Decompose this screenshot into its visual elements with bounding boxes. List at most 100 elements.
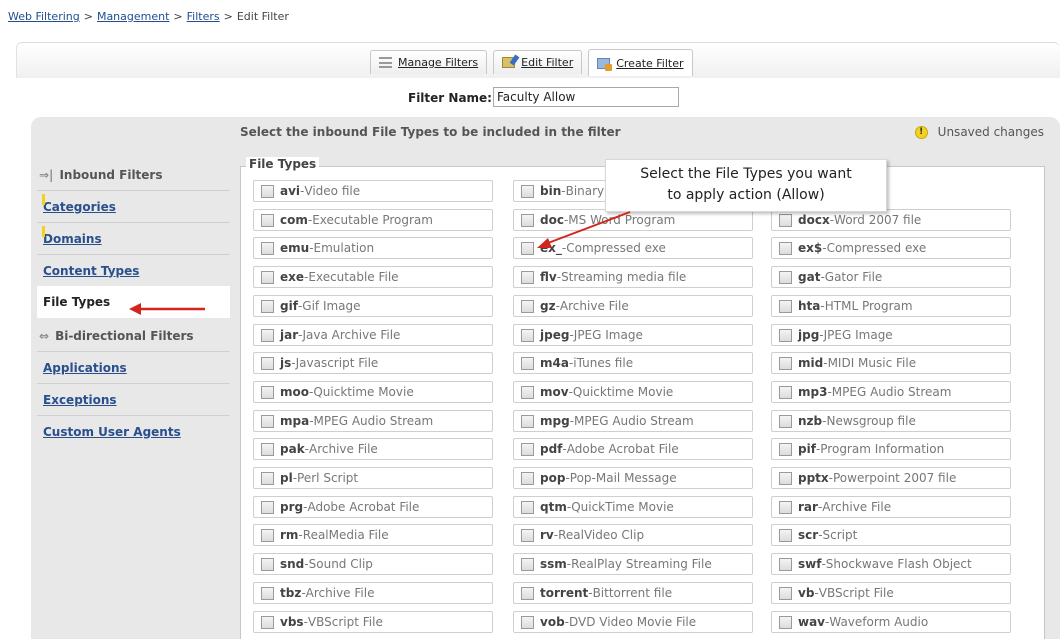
file-type-checkbox[interactable] — [521, 615, 534, 629]
file-type-checkbox[interactable] — [779, 241, 792, 255]
file-type-option[interactable]: jar - Java Archive File — [253, 324, 493, 346]
file-type-checkbox[interactable] — [261, 557, 274, 571]
file-type-option[interactable]: swf - Shockwave Flash Object — [771, 553, 1011, 575]
file-type-checkbox[interactable] — [261, 442, 274, 456]
file-type-checkbox[interactable] — [521, 442, 534, 456]
file-type-checkbox[interactable] — [779, 471, 792, 485]
sidebar-item-exceptions[interactable]: Exceptions — [37, 383, 230, 415]
file-type-checkbox[interactable] — [779, 586, 792, 600]
file-type-option[interactable]: gat - Gator File — [771, 266, 1011, 288]
file-type-option[interactable]: js - Javascript File — [253, 352, 493, 374]
file-type-checkbox[interactable] — [261, 213, 274, 227]
file-type-checkbox[interactable] — [521, 528, 534, 542]
file-type-option[interactable]: wav - Waveform Audio — [771, 611, 1011, 633]
tab-create-filter[interactable]: Create Filter — [588, 49, 693, 76]
sidebar-item-categories[interactable]: Categories — [37, 190, 230, 222]
file-type-option[interactable]: exe - Executable File — [253, 266, 493, 288]
file-type-option[interactable]: moo - Quicktime Movie — [253, 381, 493, 403]
file-type-option[interactable]: pif - Program Information — [771, 438, 1011, 460]
file-type-checkbox[interactable] — [261, 586, 274, 600]
file-type-option[interactable]: hta - HTML Program — [771, 295, 1011, 317]
file-type-option[interactable]: torrent - Bittorrent file — [513, 582, 753, 604]
file-type-checkbox[interactable] — [261, 241, 274, 255]
file-type-option[interactable]: gif - Gif Image — [253, 295, 493, 317]
file-type-checkbox[interactable] — [779, 213, 792, 227]
file-type-checkbox[interactable] — [779, 414, 792, 428]
file-type-option[interactable]: mp3 - MPEG Audio Stream — [771, 381, 1011, 403]
breadcrumb-link-web-filtering[interactable]: Web Filtering — [8, 10, 80, 23]
file-type-option[interactable]: prg - Adobe Acrobat File — [253, 496, 493, 518]
file-type-option[interactable]: gz - Archive File — [513, 295, 753, 317]
file-type-checkbox[interactable] — [261, 528, 274, 542]
file-type-checkbox[interactable] — [779, 500, 792, 514]
file-type-checkbox[interactable] — [521, 385, 534, 399]
file-type-checkbox[interactable] — [779, 442, 792, 456]
file-type-option[interactable]: m4a - iTunes file — [513, 352, 753, 374]
file-type-checkbox[interactable] — [521, 356, 534, 370]
file-type-checkbox[interactable] — [779, 557, 792, 571]
file-type-option[interactable]: rv - RealVideo Clip — [513, 524, 753, 546]
file-type-option[interactable]: rar - Archive File — [771, 496, 1011, 518]
file-type-option[interactable]: tbz - Archive File — [253, 582, 493, 604]
file-type-checkbox[interactable] — [261, 471, 274, 485]
file-type-checkbox[interactable] — [779, 385, 792, 399]
file-type-checkbox[interactable] — [521, 184, 534, 198]
file-type-option[interactable]: pdf - Adobe Acrobat File — [513, 438, 753, 460]
sidebar-item-applications[interactable]: Applications — [37, 351, 230, 383]
file-type-option[interactable]: emu - Emulation — [253, 237, 493, 259]
file-type-checkbox[interactable] — [261, 299, 274, 313]
file-type-option[interactable]: pl - Perl Script — [253, 467, 493, 489]
file-type-option[interactable]: ex_ - Compressed exe — [513, 237, 753, 259]
file-type-option[interactable]: doc - MS Word Program — [513, 209, 753, 231]
file-type-checkbox[interactable] — [261, 328, 274, 342]
filter-name-input[interactable] — [493, 87, 679, 107]
file-type-option[interactable]: flv - Streaming media file — [513, 266, 753, 288]
sidebar-item-custom-user-agents[interactable]: Custom User Agents — [37, 415, 230, 447]
file-type-checkbox[interactable] — [779, 615, 792, 629]
file-type-option[interactable]: mid - MIDI Music File — [771, 352, 1011, 374]
file-type-checkbox[interactable] — [521, 328, 534, 342]
file-type-option[interactable]: pop - Pop-Mail Message — [513, 467, 753, 489]
tab-edit-filter[interactable]: Edit Filter — [493, 50, 583, 74]
file-type-option[interactable]: pptx - Powerpoint 2007 file — [771, 467, 1011, 489]
file-type-checkbox[interactable] — [261, 615, 274, 629]
file-type-checkbox[interactable] — [779, 528, 792, 542]
file-type-checkbox[interactable] — [521, 500, 534, 514]
file-type-option[interactable]: qtm - QuickTime Movie — [513, 496, 753, 518]
file-type-checkbox[interactable] — [779, 356, 792, 370]
file-type-option[interactable]: docx - Word 2007 file — [771, 209, 1011, 231]
file-type-checkbox[interactable] — [261, 500, 274, 514]
file-type-option[interactable]: mov - Quicktime Movie — [513, 381, 753, 403]
file-type-option[interactable]: vob - DVD Video Movie File — [513, 611, 753, 633]
file-type-option[interactable]: avi - Video file — [253, 180, 493, 202]
sidebar-item-domains[interactable]: Domains — [37, 222, 230, 254]
file-type-checkbox[interactable] — [521, 557, 534, 571]
file-type-checkbox[interactable] — [521, 299, 534, 313]
file-type-option[interactable]: snd - Sound Clip — [253, 553, 493, 575]
file-type-checkbox[interactable] — [521, 471, 534, 485]
file-type-option[interactable]: jpeg - JPEG Image — [513, 324, 753, 346]
breadcrumb-link-management[interactable]: Management — [97, 10, 169, 23]
file-type-option[interactable]: rm - RealMedia File — [253, 524, 493, 546]
file-type-option[interactable]: vbs - VBScript File — [253, 611, 493, 633]
file-type-option[interactable]: mpg - MPEG Audio Stream — [513, 410, 753, 432]
file-type-checkbox[interactable] — [261, 184, 274, 198]
file-type-option[interactable]: scr - Script — [771, 524, 1011, 546]
file-type-option[interactable]: nzb - Newsgroup file — [771, 410, 1011, 432]
sidebar-item-content-types[interactable]: Content Types — [37, 254, 230, 286]
file-type-checkbox[interactable] — [521, 586, 534, 600]
file-type-option[interactable]: pak - Archive File — [253, 438, 493, 460]
file-type-option[interactable]: ssm - RealPlay Streaming File — [513, 553, 753, 575]
file-type-option[interactable]: ex$ - Compressed exe — [771, 237, 1011, 259]
file-type-checkbox[interactable] — [261, 270, 274, 284]
file-type-option[interactable]: com - Executable Program — [253, 209, 493, 231]
file-type-checkbox[interactable] — [779, 270, 792, 284]
breadcrumb-link-filters[interactable]: Filters — [187, 10, 220, 23]
file-type-checkbox[interactable] — [261, 414, 274, 428]
tab-manage-filters[interactable]: Manage Filters — [370, 50, 488, 74]
file-type-checkbox[interactable] — [779, 299, 792, 313]
file-type-checkbox[interactable] — [521, 241, 534, 255]
file-type-option[interactable]: mpa - MPEG Audio Stream — [253, 410, 493, 432]
file-type-checkbox[interactable] — [779, 328, 792, 342]
file-type-option[interactable]: vb - VBScript File — [771, 582, 1011, 604]
